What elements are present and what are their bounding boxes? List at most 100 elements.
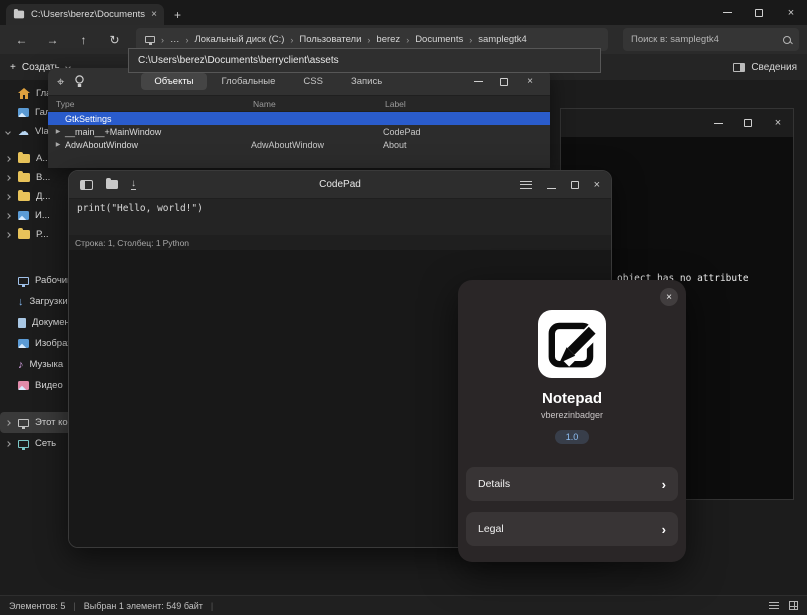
breadcrumb-item[interactable]: berez <box>376 34 400 45</box>
pick-widget-icon[interactable]: ⌖ <box>57 75 64 88</box>
search-value: Поиск в: samplegtk4 <box>631 34 719 45</box>
cloud-icon: ☁ <box>18 127 29 137</box>
maximize-button[interactable] <box>743 0 775 25</box>
explorer-tab-bar: C:\Users\berez\Documents\sa... × + × <box>0 0 807 25</box>
save-icon[interactable]: ↓ <box>131 179 136 190</box>
explorer-status-bar: Элементов: 5 | Выбран 1 элемент: 549 бай… <box>0 595 807 615</box>
column-type: Type <box>56 99 253 109</box>
back-button[interactable]: ← <box>8 33 35 47</box>
up-button[interactable]: ↑ <box>70 33 97 47</box>
search-icon <box>783 36 791 44</box>
details-row[interactable]: Details › <box>466 467 678 501</box>
breadcrumb-separator-icon: › <box>161 35 164 45</box>
row-label: CodePad <box>383 127 550 137</box>
open-file-icon[interactable] <box>106 180 118 189</box>
maximize-icon <box>500 78 508 86</box>
chevron-right-icon: › <box>662 477 666 492</box>
divider: | <box>211 601 213 611</box>
version-badge[interactable]: 1.0 <box>555 430 590 444</box>
minimize-button[interactable] <box>703 109 733 137</box>
address-edit-overlay[interactable]: C:\Users\berez\Documents\berryclient\ass… <box>128 48 601 73</box>
folder-icon <box>14 11 24 19</box>
chevron-right-icon[interactable] <box>5 232 11 238</box>
breadcrumb-separator-icon: › <box>290 35 293 45</box>
breadcrumb-item[interactable]: Локальный диск (C:) <box>195 34 285 45</box>
chevron-right-icon[interactable] <box>5 156 11 162</box>
explorer-caption-buttons: × <box>711 0 807 25</box>
breadcrumb-item[interactable]: Documents <box>415 34 463 45</box>
details-pane-button[interactable]: Сведения <box>733 62 797 73</box>
tab-close-icon[interactable]: × <box>151 9 157 20</box>
column-label: Label <box>385 99 550 109</box>
table-row[interactable]: ▶__main__+MainWindow CodePad <box>48 125 550 138</box>
minimize-icon <box>714 123 723 124</box>
chevron-right-icon[interactable] <box>5 175 11 181</box>
close-button[interactable]: × <box>763 109 793 137</box>
home-icon <box>18 88 30 99</box>
desktop-icon <box>18 277 29 285</box>
expander-icon[interactable]: ▶ <box>54 128 62 135</box>
table-row[interactable]: ▶AdwAboutWindow AdwAboutWindow About <box>48 138 550 151</box>
download-icon: ↓ <box>18 297 24 307</box>
close-button[interactable]: × <box>660 288 678 306</box>
details-pane-label: Сведения <box>751 62 797 73</box>
minimize-button[interactable] <box>547 176 556 194</box>
menu-icon[interactable] <box>520 181 532 189</box>
breadcrumb-item[interactable]: samplegtk4 <box>478 34 527 45</box>
column-name: Name <box>253 99 385 109</box>
chevron-right-icon: › <box>662 522 666 537</box>
folder-icon <box>18 173 30 182</box>
breadcrumb-separator-icon: › <box>469 35 472 45</box>
maximize-button[interactable] <box>493 72 515 92</box>
tab-globals[interactable]: Глобальные <box>209 73 289 90</box>
codepad-status-bar: Строка: 1, Столбец: 1 Python <box>69 235 611 250</box>
table-row[interactable]: GtkSettings <box>48 112 550 125</box>
tab-recording[interactable]: Запись <box>338 73 395 90</box>
expander-icon[interactable]: ▶ <box>54 141 62 148</box>
close-button[interactable]: × <box>775 0 807 25</box>
close-button[interactable]: × <box>519 72 541 92</box>
row-type: AdwAboutWindow <box>65 140 138 150</box>
music-icon: ♪ <box>18 360 24 370</box>
maximize-button[interactable] <box>733 109 763 137</box>
chevron-right-icon[interactable] <box>5 420 11 426</box>
desktop: C:\Users\berez\Documents\sa... × + × ← →… <box>0 0 807 615</box>
minimize-button[interactable] <box>711 0 743 25</box>
chevron-right-icon[interactable] <box>5 194 11 200</box>
sidebar-item-label: И... <box>35 210 50 221</box>
chevron-right-icon[interactable] <box>5 441 11 447</box>
breadcrumb-separator-icon: › <box>186 35 189 45</box>
lightbulb-icon[interactable] <box>74 75 85 88</box>
tab-objects[interactable]: Объекты <box>141 73 206 90</box>
tab-css[interactable]: CSS <box>290 73 336 90</box>
pictures-icon <box>18 339 29 348</box>
search-input[interactable]: Поиск в: samplegtk4 <box>623 28 799 51</box>
maximize-icon <box>755 9 763 17</box>
address-path: C:\Users\berez\Documents\berryclient\ass… <box>138 55 339 66</box>
minimize-icon <box>474 81 483 82</box>
close-button[interactable]: × <box>594 179 600 191</box>
new-tab-button[interactable]: + <box>174 8 181 22</box>
explorer-tab[interactable]: C:\Users\berez\Documents\sa... × <box>6 4 164 25</box>
folder-icon <box>18 230 30 239</box>
breadcrumb-item[interactable]: Пользователи <box>299 34 361 45</box>
language-label[interactable]: Python <box>163 238 189 248</box>
code-line: print("Hello, world!") <box>77 203 203 214</box>
details-label: Details <box>478 478 510 490</box>
chevron-right-icon[interactable] <box>5 213 11 219</box>
list-view-icon[interactable] <box>769 602 779 610</box>
code-editor[interactable]: print("Hello, world!") <box>69 199 611 235</box>
minimize-button[interactable] <box>467 72 489 92</box>
chevron-down-icon[interactable] <box>5 129 11 135</box>
legal-row[interactable]: Legal › <box>466 512 678 546</box>
sidebar-toggle-icon[interactable] <box>80 180 93 190</box>
codepad-header-bar: ↓ CodePad × <box>69 171 611 199</box>
maximize-button[interactable] <box>571 176 579 194</box>
computer-icon <box>18 419 29 427</box>
refresh-button[interactable]: ↻ <box>101 33 128 47</box>
document-icon <box>18 318 26 328</box>
forward-button[interactable]: → <box>39 33 66 47</box>
thumbnail-view-icon[interactable] <box>789 601 798 610</box>
plus-icon: + <box>10 62 16 73</box>
breadcrumb-overflow[interactable]: … <box>170 34 180 45</box>
